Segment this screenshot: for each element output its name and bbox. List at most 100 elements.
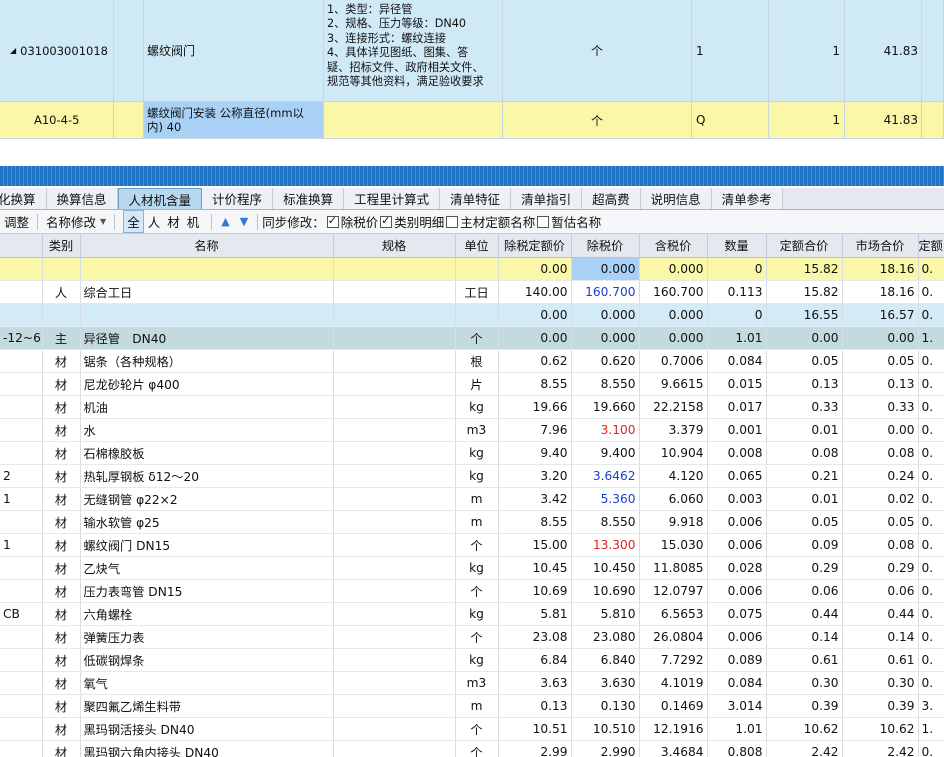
bill-features-cell[interactable]: 1、类型：异径管 2、规格、压力等级：DN40 3、连接形式：螺纹连接 4、具体… [324, 0, 503, 102]
table-cell[interactable]: 0. [918, 510, 944, 534]
table-cell[interactable]: 机油 [80, 395, 334, 419]
table-row[interactable]: 人综合工日 工日 140.00 160.700 160.700 0.113 15.82 18.… [0, 280, 944, 304]
table-cell[interactable]: 0.006 [707, 533, 767, 557]
table-cell[interactable] [333, 257, 456, 281]
table-row[interactable]: 材聚四氟乙烯生料带 m 0.13 0.130 0.1469 3.014 0.39 0.39 3. [0, 694, 944, 718]
table-cell[interactable]: 15.82 [766, 280, 843, 304]
table-cell[interactable]: 聚四氟乙烯生料带 [80, 694, 334, 718]
table-cell[interactable]: 0.13 [498, 694, 572, 718]
table-cell[interactable]: 1 [0, 487, 43, 511]
table-cell[interactable]: 材 [42, 740, 81, 757]
table-cell[interactable]: 19.660 [571, 395, 640, 419]
table-cell[interactable]: 1 [0, 533, 43, 557]
table-cell[interactable] [333, 395, 456, 419]
table-cell[interactable]: kg [455, 441, 499, 465]
table-cell[interactable] [0, 625, 43, 649]
table-cell[interactable]: 10.904 [639, 441, 708, 465]
bill-qty-cell[interactable]: 1 [769, 0, 845, 102]
table-cell[interactable]: 0.01 [766, 418, 843, 442]
table-cell[interactable]: 0.00 [766, 326, 843, 350]
quota-features-cell[interactable] [324, 102, 503, 139]
table-cell[interactable]: 0. [918, 395, 944, 419]
quota-unit-cell[interactable]: 个 [503, 102, 692, 139]
table-cell[interactable]: 0.30 [766, 671, 843, 695]
table-cell[interactable] [0, 395, 43, 419]
table-cell[interactable]: 15.82 [766, 257, 843, 281]
table-cell[interactable]: 0.33 [766, 395, 843, 419]
table-cell[interactable]: 0.130 [571, 694, 640, 718]
table-cell[interactable]: 9.40 [498, 441, 572, 465]
column-header[interactable]: 数量 [707, 234, 767, 258]
table-cell[interactable] [0, 648, 43, 672]
table-cell[interactable] [42, 303, 81, 327]
table-cell[interactable]: 0. [918, 280, 944, 304]
table-cell[interactable]: 0. [918, 372, 944, 396]
table-cell[interactable]: 0.808 [707, 740, 767, 757]
table-cell[interactable]: 3.4684 [639, 740, 708, 757]
table-cell[interactable]: kg [455, 464, 499, 488]
table-cell[interactable]: 0.000 [639, 326, 708, 350]
table-cell[interactable]: 0.620 [571, 349, 640, 373]
tab-4[interactable]: 标准换算 [273, 188, 345, 209]
table-cell[interactable]: 材 [42, 556, 81, 580]
table-cell[interactable]: 0.000 [571, 326, 640, 350]
table-cell[interactable] [333, 648, 456, 672]
table-cell[interactable]: 7.96 [498, 418, 572, 442]
table-cell[interactable]: 0.24 [842, 464, 919, 488]
table-cell[interactable]: 22.2158 [639, 395, 708, 419]
table-cell[interactable] [333, 671, 456, 695]
table-cell[interactable]: 0.017 [707, 395, 767, 419]
tab-2[interactable]: 人材机含量 [117, 188, 203, 209]
table-cell[interactable] [333, 602, 456, 626]
column-header[interactable]: 类别 [42, 234, 81, 258]
table-cell[interactable]: 15.00 [498, 533, 572, 557]
table-cell[interactable]: 0.02 [842, 487, 919, 511]
table-cell[interactable]: 0. [918, 533, 944, 557]
table-row[interactable]: 材输水软管 φ25 m 8.55 8.550 9.918 0.006 0.05 0.05 0. [0, 510, 944, 534]
table-cell[interactable]: 0.05 [766, 349, 843, 373]
table-cell[interactable]: 2.42 [766, 740, 843, 757]
table-row[interactable]: 材氧气 m3 3.63 3.630 4.1019 0.084 0.30 0.30 0. [0, 671, 944, 695]
table-cell[interactable]: 6.840 [571, 648, 640, 672]
table-cell[interactable] [80, 303, 334, 327]
move-up-icon[interactable]: ▲ [216, 215, 234, 228]
tab-6[interactable]: 清单特征 [440, 188, 512, 209]
bill-expr-cell[interactable]: 1 [692, 0, 769, 102]
table-cell[interactable]: 1.01 [707, 717, 767, 741]
table-cell[interactable]: 弹簧压力表 [80, 625, 334, 649]
table-cell[interactable]: 3.379 [639, 418, 708, 442]
table-cell[interactable]: 0.006 [707, 510, 767, 534]
table-cell[interactable]: -12~6 [0, 326, 43, 350]
table-cell[interactable]: CB [0, 602, 43, 626]
table-cell[interactable]: 石棉橡胶板 [80, 441, 334, 465]
quota-code-cell[interactable]: A10-4-5 [0, 102, 114, 139]
table-cell[interactable]: 5.360 [571, 487, 640, 511]
table-cell[interactable]: 8.55 [498, 372, 572, 396]
bill-name-cell[interactable]: 螺纹阀门 [144, 0, 324, 102]
table-cell[interactable] [333, 441, 456, 465]
table-cell[interactable]: 0.084 [707, 671, 767, 695]
table-cell[interactable]: 1.01 [707, 326, 767, 350]
name-modify-dropdown[interactable]: 名称修改 ▼ [42, 210, 110, 234]
table-cell[interactable]: 低碳钢焊条 [80, 648, 334, 672]
column-header[interactable]: 除税定额价 [498, 234, 572, 258]
table-cell[interactable]: m [455, 510, 499, 534]
table-cell[interactable]: 0. [918, 441, 944, 465]
table-cell[interactable]: 无缝钢管 φ22×2 [80, 487, 334, 511]
table-cell[interactable]: 3.014 [707, 694, 767, 718]
table-cell[interactable]: 3.20 [498, 464, 572, 488]
table-cell[interactable] [333, 556, 456, 580]
table-cell[interactable]: 0. [918, 487, 944, 511]
table-cell[interactable]: 六角螺栓 [80, 602, 334, 626]
provisional-name-checkbox[interactable]: 暂估名称 [535, 212, 601, 231]
table-cell[interactable]: 0.000 [571, 303, 640, 327]
table-cell[interactable]: 4.120 [639, 464, 708, 488]
table-cell[interactable]: 0.065 [707, 464, 767, 488]
table-cell[interactable] [42, 257, 81, 281]
tab-3[interactable]: 计价程序 [202, 188, 274, 209]
move-down-icon[interactable]: ▼ [235, 215, 253, 228]
table-cell[interactable] [0, 257, 43, 281]
table-cell[interactable]: 11.8085 [639, 556, 708, 580]
column-header[interactable]: 含税价 [639, 234, 708, 258]
table-cell[interactable]: 8.550 [571, 510, 640, 534]
